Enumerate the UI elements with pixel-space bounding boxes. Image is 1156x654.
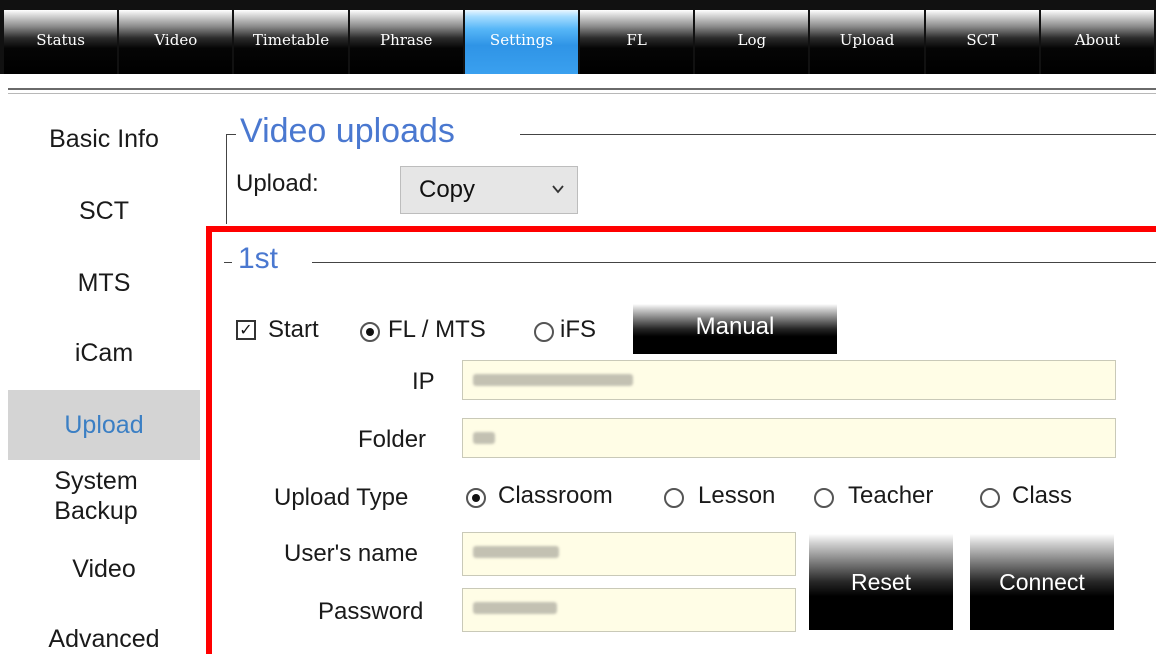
folder-value-redacted [473,431,495,444]
tab-phrase[interactable]: Phrase [349,10,463,74]
sidebar-item-advanced[interactable]: Advanced [8,624,200,654]
connect-button[interactable]: Connect [970,534,1114,630]
video-uploads-legend: Video uploads [240,112,455,150]
fieldset-border-left [226,134,227,224]
first-legend: 1st [238,242,279,275]
sidebar-item-mts[interactable]: MTS [8,268,200,298]
username-label: User's name [284,540,418,567]
sidebar-item-icam[interactable]: iCam [8,338,200,368]
sidebar-item-basic-info[interactable]: Basic Info [8,124,200,154]
sidebar-item-video[interactable]: Video [8,554,200,584]
upload-type-teacher-radio[interactable] [814,488,834,508]
upload-type-label: Upload Type [274,484,409,511]
password-field[interactable] [462,588,796,632]
start-checkbox[interactable]: ✓ [236,320,256,340]
nav-divider-secondary [8,93,1156,94]
tab-upload[interactable]: Upload [810,10,924,74]
tab-settings[interactable]: Settings [464,10,579,74]
upload-type-lesson-label: Lesson [698,482,776,509]
fieldset-border-top-left [226,134,236,135]
first-fieldset-border-top-left [224,262,232,263]
mode-fl-mts-label: FL / MTS [388,316,486,343]
tab-video[interactable]: Video [119,10,233,74]
password-label: Password [318,598,424,625]
upload-type-teacher-label: Teacher [848,482,934,509]
settings-sidebar: Basic Info SCT MTS iCam Upload System Ba… [0,100,202,654]
tab-log[interactable]: Log [695,10,809,74]
sidebar-item-system-backup[interactable]: System Backup [16,466,176,526]
folder-field[interactable] [462,418,1116,458]
mode-ifs-label: iFS [560,316,596,343]
manual-button[interactable]: Manual [633,304,837,354]
upload-type-classroom-label: Classroom [498,482,613,509]
tab-status[interactable]: Status [4,10,118,74]
sidebar-item-upload[interactable]: Upload [8,390,200,460]
ip-field[interactable] [462,360,1116,400]
password-value-redacted [473,601,557,614]
mode-ifs-radio[interactable] [534,322,554,342]
tab-fl[interactable]: FL [580,10,694,74]
mode-fl-mts-radio[interactable] [360,322,380,342]
upload-type-class-radio[interactable] [980,488,1000,508]
chevron-down-icon [551,167,565,231]
username-field[interactable] [462,532,796,576]
upload-label: Upload: [236,170,319,197]
upload-mode-value: Copy [419,176,476,203]
upload-type-lesson-radio[interactable] [664,488,684,508]
top-navigation: Status Video Timetable Phrase Settings F… [0,0,1156,74]
tab-sct[interactable]: SCT [925,10,1039,74]
fieldset-border-top-right [520,134,1156,135]
username-value-redacted [473,545,559,558]
ip-value-redacted [473,373,633,386]
upload-type-class-label: Class [1012,482,1073,509]
upload-mode-select[interactable]: Copy [400,166,578,214]
ip-label: IP [412,368,435,395]
reset-button[interactable]: Reset [809,534,953,630]
tab-about[interactable]: About [1040,10,1155,74]
upload-type-classroom-radio[interactable] [466,488,486,508]
folder-label: Folder [358,426,427,453]
first-fieldset-border-top-right [312,262,1156,263]
sidebar-item-sct[interactable]: SCT [8,196,200,226]
tab-timetable[interactable]: Timetable [234,10,348,74]
nav-divider [8,88,1156,90]
start-label: Start [268,316,319,343]
